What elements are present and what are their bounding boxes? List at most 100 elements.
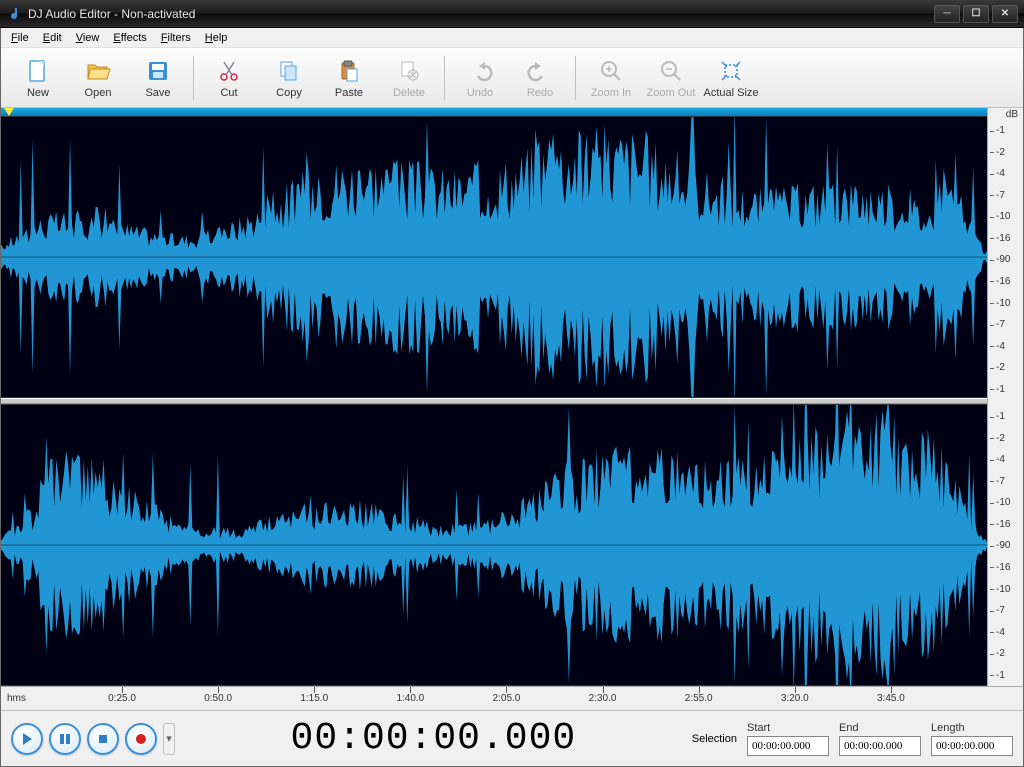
undo-label: Undo [467, 87, 493, 99]
cut-button[interactable]: Cut [200, 52, 258, 104]
time-ruler[interactable]: hms 0:25.00:50.01:15.01:40.02:05.02:30.0… [1, 686, 1023, 710]
db-scale: dB -1 -2 -4 -7 -10 -16 -90 -16 -10 -7 -4 -2 -1 -1 -2 -… [987, 108, 1023, 686]
db-tick: -1 [996, 384, 1005, 395]
paste-icon [335, 57, 363, 85]
menu-file[interactable]: File [5, 30, 35, 46]
db-tick: -10 [996, 211, 1010, 222]
actual-size-button[interactable]: Actual Size [702, 52, 760, 104]
cut-label: Cut [220, 87, 237, 99]
window-titlebar: DJ Audio Editor - Non-activated ─ ☐ ✕ [0, 0, 1024, 28]
zoom-out-button[interactable]: Zoom Out [642, 52, 700, 104]
db-tick: -90 [996, 254, 1010, 265]
toolbar-separator [193, 56, 194, 100]
toolbar: New Open Save Cut Copy [1, 48, 1023, 108]
delete-icon [395, 57, 423, 85]
db-tick: -7 [996, 605, 1005, 616]
minimize-button[interactable]: ─ [934, 5, 960, 23]
paste-button[interactable]: Paste [320, 52, 378, 104]
time-tick: 3:45.0 [861, 687, 921, 704]
db-tick: -2 [996, 362, 1005, 373]
scissors-icon [215, 57, 243, 85]
save-button[interactable]: Save [129, 52, 187, 104]
pause-button[interactable] [49, 723, 81, 755]
db-tick: -4 [996, 627, 1005, 638]
zoom-in-icon [597, 57, 625, 85]
new-label: New [27, 87, 49, 99]
selection-start-input[interactable] [747, 736, 829, 756]
selection-end-input[interactable] [839, 736, 921, 756]
menu-edit[interactable]: Edit [37, 30, 68, 46]
db-tick: -1 [996, 411, 1005, 422]
db-scale-header: dB [988, 108, 1023, 120]
maximize-button[interactable]: ☐ [963, 5, 989, 23]
toolbar-separator [575, 56, 576, 100]
db-tick: -90 [996, 540, 1010, 551]
timecode-display: 00:00:00.000 [179, 717, 688, 760]
db-tick: -2 [996, 147, 1005, 158]
time-selector-bar[interactable] [1, 108, 987, 116]
new-file-icon [24, 57, 52, 85]
window-title: DJ Audio Editor - Non-activated [28, 7, 934, 21]
db-scale-right: -1-2-4-7-10-16-90-16-10-7-4-2-1 [988, 406, 1023, 686]
copy-label: Copy [276, 87, 302, 99]
db-tick: -4 [996, 168, 1005, 179]
menu-filters[interactable]: Filters [155, 30, 197, 46]
menu-help[interactable]: Help [199, 30, 234, 46]
stop-button[interactable] [87, 723, 119, 755]
delete-label: Delete [393, 87, 425, 99]
redo-icon [526, 57, 554, 85]
selection-end-label: End [839, 722, 921, 734]
db-tick: -16 [996, 562, 1010, 573]
db-tick: -7 [996, 190, 1005, 201]
db-tick: -16 [996, 519, 1010, 530]
waveform-right-channel[interactable] [1, 404, 987, 686]
db-tick: -2 [996, 648, 1005, 659]
transport-bar: ▾ 00:00:00.000 Selection Start End Lengt… [1, 710, 1023, 766]
menu-effects[interactable]: Effects [107, 30, 152, 46]
db-tick: -4 [996, 454, 1005, 465]
time-unit-label: hms [1, 687, 26, 704]
copy-button[interactable]: Copy [260, 52, 318, 104]
zoom-in-label: Zoom In [591, 87, 631, 99]
db-scale-left: -1-2-4-7-10-16-90-16-10-7-4-2-1 [988, 120, 1023, 400]
actual-size-label: Actual Size [703, 87, 758, 99]
redo-label: Redo [527, 87, 553, 99]
new-button[interactable]: New [9, 52, 67, 104]
menu-view[interactable]: View [70, 30, 106, 46]
db-tick: -16 [996, 233, 1010, 244]
redo-button[interactable]: Redo [511, 52, 569, 104]
menu-bar: File Edit View Effects Filters Help [1, 28, 1023, 48]
save-icon [144, 57, 172, 85]
close-button[interactable]: ✕ [992, 5, 1018, 23]
selection-length-label: Length [931, 722, 1013, 734]
db-tick: -7 [996, 319, 1005, 330]
selection-length-input[interactable] [931, 736, 1013, 756]
copy-icon [275, 57, 303, 85]
selection-start-label: Start [747, 722, 829, 734]
delete-button[interactable]: Delete [380, 52, 438, 104]
play-button[interactable] [11, 723, 43, 755]
waveform-left-channel[interactable] [1, 116, 987, 398]
zoom-in-button[interactable]: Zoom In [582, 52, 640, 104]
app-icon [6, 6, 22, 22]
time-tick: 1:15.0 [284, 687, 344, 704]
playhead-marker[interactable] [4, 108, 14, 116]
actual-size-icon [717, 57, 745, 85]
time-tick: 3:20.0 [765, 687, 825, 704]
zoom-out-label: Zoom Out [647, 87, 696, 99]
record-dropdown[interactable]: ▾ [163, 723, 175, 755]
db-tick: -10 [996, 298, 1010, 309]
undo-button[interactable]: Undo [451, 52, 509, 104]
db-tick: -7 [996, 476, 1005, 487]
paste-label: Paste [335, 87, 363, 99]
time-tick: 2:55.0 [669, 687, 729, 704]
open-button[interactable]: Open [69, 52, 127, 104]
save-label: Save [145, 87, 170, 99]
db-tick: -16 [996, 276, 1010, 287]
db-tick: -2 [996, 433, 1005, 444]
time-tick: 0:25.0 [92, 687, 152, 704]
record-button[interactable] [125, 723, 157, 755]
db-tick: -1 [996, 125, 1005, 136]
time-tick: 1:40.0 [380, 687, 440, 704]
toolbar-separator [444, 56, 445, 100]
